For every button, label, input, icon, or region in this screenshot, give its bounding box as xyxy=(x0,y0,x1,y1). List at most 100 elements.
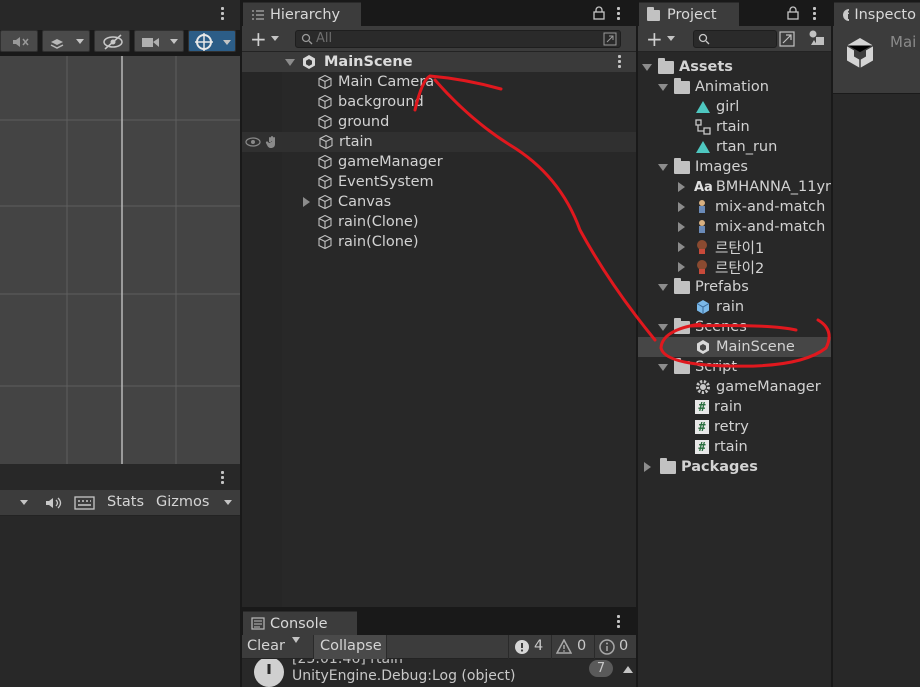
tree-script-rain[interactable]: # rain xyxy=(695,397,742,417)
expand-arrow-icon[interactable] xyxy=(678,182,685,192)
tab-console[interactable]: Console xyxy=(243,611,357,635)
gameobject-icon xyxy=(318,234,332,250)
expand-arrow-icon[interactable] xyxy=(658,83,668,91)
stats-button[interactable]: Stats xyxy=(107,494,144,510)
folder-icon xyxy=(658,57,674,74)
project-toolbar: + xyxy=(638,26,831,52)
tree-rtan-run[interactable]: rtan_run xyxy=(695,137,777,157)
scroll-up-icon[interactable] xyxy=(623,666,633,673)
game-menu-icon[interactable] xyxy=(221,471,225,485)
tree-rtan-image-1[interactable]: 르탄이1 xyxy=(678,237,764,257)
gameobject-icon xyxy=(319,134,333,150)
keyboard-icon[interactable] xyxy=(74,495,96,511)
gizmo-button[interactable] xyxy=(188,30,236,52)
gizmos-caret-icon[interactable] xyxy=(224,500,232,505)
tab-inspector[interactable]: Inspecto xyxy=(834,2,920,26)
visibility-button[interactable] xyxy=(94,30,130,52)
hierarchy-search-input[interactable]: All xyxy=(295,30,621,48)
search-by-type-icon[interactable] xyxy=(779,31,795,47)
console-menu-icon[interactable] xyxy=(617,615,621,629)
gizmo-icon xyxy=(195,33,213,51)
hierarchy-item-gamemanager[interactable]: gameManager xyxy=(317,152,443,172)
tree-script-rtain[interactable]: # rtain xyxy=(695,437,748,457)
project-search-input[interactable] xyxy=(693,30,777,48)
hierarchy-tabbar: Hierarchy xyxy=(242,0,636,26)
tree-images[interactable]: Images xyxy=(658,157,748,177)
expand-arrow-icon[interactable] xyxy=(642,63,652,71)
hierarchy-item-canvas[interactable]: Canvas xyxy=(303,192,391,212)
clear-button[interactable]: Clear xyxy=(247,638,285,654)
tab-hierarchy[interactable]: Hierarchy xyxy=(243,2,361,26)
tree-mainscene[interactable]: MainScene xyxy=(638,337,831,357)
tree-mix-and-match-1[interactable]: mix-and-match xyxy=(678,197,825,217)
tab-project[interactable]: Project xyxy=(639,2,739,26)
scene-grid xyxy=(0,56,240,464)
gizmos-button[interactable]: Gizmos xyxy=(156,494,209,510)
audio-icon[interactable] xyxy=(44,495,64,511)
pickable-hand-icon[interactable] xyxy=(265,135,279,149)
tree-rtain-controller[interactable]: rtain xyxy=(695,117,750,137)
add-caret-icon[interactable] xyxy=(271,36,279,41)
expand-arrow-icon[interactable] xyxy=(658,323,668,331)
expand-arrow-icon[interactable] xyxy=(678,202,685,212)
tree-scenes[interactable]: Scenes xyxy=(658,317,747,337)
expand-arrow-icon[interactable] xyxy=(644,462,651,472)
add-object-button[interactable]: + xyxy=(250,27,267,51)
scene-row-menu-icon[interactable] xyxy=(618,55,622,69)
expand-arrow-icon[interactable] xyxy=(658,283,668,291)
tree-rtan-image-2[interactable]: 르탄이2 xyxy=(678,257,764,277)
expand-arrow-icon[interactable] xyxy=(303,197,310,207)
hierarchy-item-ground[interactable]: ground xyxy=(317,112,389,132)
lock-icon[interactable] xyxy=(787,6,799,20)
resolution-caret-icon[interactable] xyxy=(20,500,28,505)
console-log-entry[interactable]: [23:01:46] rtain UnityEngine.Debug:Log (… xyxy=(242,659,636,687)
console-panel: Console Clear Collapse 4 0 0 [23:01:46] … xyxy=(242,609,636,687)
hierarchy-item-rain-clone[interactable]: rain(Clone) xyxy=(317,232,419,252)
info-icon xyxy=(843,8,850,21)
scene-menu-icon[interactable] xyxy=(221,7,225,21)
audio-mute-icon xyxy=(13,37,29,47)
tree-rain-prefab[interactable]: rain xyxy=(695,297,744,317)
hierarchy-item-main-camera[interactable]: Main Camera xyxy=(317,72,434,92)
warning-toggle[interactable]: 0 xyxy=(551,635,593,659)
tree-assets[interactable]: Assets xyxy=(642,57,733,77)
tree-prefabs[interactable]: Prefabs xyxy=(658,277,749,297)
search-options-icon[interactable] xyxy=(603,32,617,46)
tree-script[interactable]: Script xyxy=(658,357,737,377)
audio-mute-button[interactable] xyxy=(0,30,38,52)
visibility-eye-icon[interactable] xyxy=(245,136,261,148)
tree-animation[interactable]: Animation xyxy=(658,77,769,97)
scene-header-row[interactable]: MainScene xyxy=(242,52,636,72)
tree-mix-and-match-2[interactable]: mix-and-match xyxy=(678,217,825,237)
hierarchy-item-background[interactable]: background xyxy=(317,92,424,112)
expand-arrow-icon[interactable] xyxy=(285,58,295,66)
expand-arrow-icon[interactable] xyxy=(678,242,685,252)
create-asset-button[interactable]: + xyxy=(646,27,663,51)
tree-girl[interactable]: girl xyxy=(695,97,739,117)
clear-caret-icon[interactable] xyxy=(292,637,300,643)
hierarchy-item-rtain[interactable]: rtain xyxy=(242,132,636,152)
create-caret-icon[interactable] xyxy=(667,36,675,41)
tree-script-retry[interactable]: # retry xyxy=(695,417,749,437)
info-toggle[interactable]: 0 xyxy=(594,635,636,659)
lock-icon[interactable] xyxy=(593,6,605,20)
hierarchy-menu-icon[interactable] xyxy=(617,7,621,21)
camera-caret-icon xyxy=(170,39,178,44)
collapse-button[interactable]: Collapse xyxy=(313,635,387,659)
tree-script-gamemanager[interactable]: gameManager xyxy=(695,377,821,397)
error-toggle[interactable]: 4 xyxy=(508,635,550,659)
hierarchy-item-eventsystem[interactable]: EventSystem xyxy=(317,172,434,192)
effects-button[interactable] xyxy=(42,30,90,52)
project-menu-icon[interactable] xyxy=(813,7,817,21)
expand-arrow-icon[interactable] xyxy=(658,363,668,371)
scene-view[interactable] xyxy=(0,56,240,464)
tree-font[interactable]: Aa BMHANNA_11yr xyxy=(678,177,831,197)
expand-arrow-icon[interactable] xyxy=(658,163,668,171)
folder-icon xyxy=(674,317,690,334)
tree-packages[interactable]: Packages xyxy=(644,457,758,477)
search-by-label-icon[interactable] xyxy=(808,29,826,47)
hierarchy-item-rain-clone[interactable]: rain(Clone) xyxy=(317,212,419,232)
expand-arrow-icon[interactable] xyxy=(678,262,685,272)
expand-arrow-icon[interactable] xyxy=(678,222,685,232)
camera-button[interactable] xyxy=(134,30,184,52)
